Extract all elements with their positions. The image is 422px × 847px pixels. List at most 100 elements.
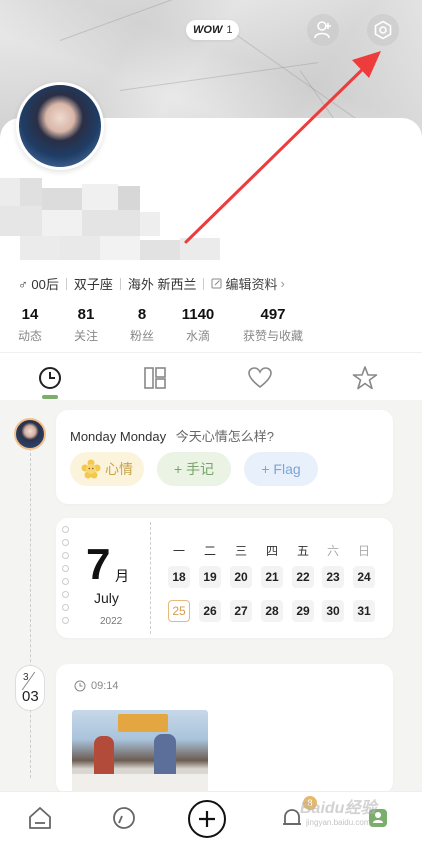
calendar-day[interactable]: 21 [261, 566, 283, 588]
calendar-day[interactable]: 24 [353, 566, 375, 588]
mood-day-title: Monday Monday [70, 429, 167, 444]
plus-icon [199, 811, 215, 827]
tab-timeline[interactable] [37, 365, 63, 391]
heart-icon [248, 367, 272, 389]
calendar-day[interactable]: 18 [168, 566, 190, 588]
calendar-day[interactable]: 19 [199, 566, 221, 588]
timeline-avatar [14, 418, 46, 450]
stat-followers[interactable]: 8 粉丝 [128, 306, 156, 344]
profile-stats: 14 动态 81 关注 8 粉丝 1140 水滴 497 获赞与收藏 [0, 306, 422, 346]
settings-button[interactable] [367, 14, 399, 46]
blurred-name-area [0, 178, 225, 268]
calendar-day[interactable]: 20 [230, 566, 252, 588]
calendar-divider [150, 522, 151, 634]
stat-value: 1140 [181, 306, 215, 323]
stat-water-drops[interactable]: 1140 水滴 [178, 306, 218, 344]
post-date-day: 03 [22, 688, 39, 705]
stat-label: 获赞与收藏 [242, 329, 303, 343]
gender-age-tag: ♂ 00后 [18, 277, 59, 292]
calendar-day-today[interactable]: 25 [168, 600, 190, 622]
watermark-logo: Baidu经验 [300, 800, 377, 817]
stat-value: 8 [137, 306, 147, 323]
flower-emoji-icon [81, 459, 101, 479]
calendar-card: 7 月 July 2022 一 二 三 四 五 六 日 18 19 20 21 … [56, 518, 393, 638]
wow-badge[interactable]: WOW 1 [186, 20, 240, 40]
post-time-text: 09:14 [91, 680, 119, 692]
timeline-line [30, 448, 31, 778]
grid-layout-icon [144, 367, 166, 389]
weekday-label: 一 [172, 544, 185, 558]
profile-tags: ♂ 00后 双子座 海外 新西兰 编辑资料 › [18, 274, 285, 293]
tab-likes[interactable] [247, 365, 273, 391]
create-post-button[interactable] [188, 800, 226, 838]
mood-card-title: Monday Monday 今天心情怎么样? [70, 426, 274, 445]
wow-count: 1 [226, 24, 233, 36]
zodiac-tag: 双子座 [73, 277, 113, 292]
watermark-url: jingyan.baidu.com [306, 818, 371, 827]
add-note-button[interactable]: + 手记 [157, 452, 231, 486]
clock-small-icon [74, 680, 86, 692]
active-tab-indicator [42, 395, 58, 399]
add-flag-label: + Flag [261, 461, 301, 477]
mood-card: Monday Monday 今天心情怎么样? 心情 + 手记 + Flag [56, 410, 393, 504]
stat-posts[interactable]: 14 动态 [16, 306, 44, 344]
stat-value: 14 [21, 306, 39, 323]
binder-holes [62, 526, 69, 630]
calendar-day[interactable]: 22 [292, 566, 314, 588]
edit-icon [211, 278, 222, 289]
tab-favorites[interactable] [352, 365, 378, 391]
tag-divider [65, 277, 67, 290]
chevron-right-icon: › [280, 276, 285, 291]
tab-grid[interactable] [142, 365, 168, 391]
calendar-month-name: July [94, 590, 119, 606]
calendar-month-number: 7 [86, 540, 111, 589]
home-icon [29, 807, 51, 829]
calendar-month-unit: 月 [115, 568, 129, 584]
wow-label: WOW [193, 24, 223, 36]
mood-button[interactable]: 心情 [70, 452, 144, 486]
weekday-label: 四 [265, 544, 278, 558]
calendar-day[interactable]: 23 [322, 566, 344, 588]
settings-hexagon-icon [374, 20, 392, 40]
post-date-marker: 3 03 [15, 665, 45, 711]
calendar-day[interactable]: 26 [199, 600, 221, 622]
add-note-label: + 手记 [173, 461, 215, 477]
stat-following[interactable]: 81 关注 [72, 306, 100, 344]
stat-label: 动态 [17, 329, 42, 343]
calendar-year: 2022 [100, 616, 123, 627]
tag-divider [119, 277, 121, 290]
post-card[interactable]: 09:14 [56, 664, 393, 794]
post-time: 09:14 [74, 680, 119, 692]
calendar-day[interactable]: 28 [261, 600, 283, 622]
location-tag: 海外 新西兰 [127, 277, 197, 292]
nav-home[interactable] [26, 804, 54, 832]
weekday-label: 二 [203, 544, 216, 558]
post-image[interactable] [72, 710, 208, 794]
calendar-day[interactable]: 31 [353, 600, 375, 622]
calendar-date-panel: 7 月 July 2022 [56, 518, 150, 636]
add-friend-button[interactable] [307, 14, 339, 46]
calendar-day[interactable]: 30 [322, 600, 344, 622]
add-user-icon [314, 21, 331, 39]
add-flag-button[interactable]: + Flag [244, 452, 318, 486]
calendar-day[interactable]: 27 [230, 600, 252, 622]
edit-profile-label: 编辑资料 [225, 277, 278, 292]
discover-icon [113, 807, 135, 829]
mood-question: 今天心情怎么样? [175, 429, 274, 444]
calendar-day[interactable]: 29 [292, 600, 314, 622]
tag-divider [203, 277, 205, 290]
stat-label: 关注 [73, 329, 98, 343]
weekday-label: 五 [296, 544, 309, 558]
edit-profile-link[interactable]: 编辑资料 › [211, 274, 285, 293]
avatar[interactable] [16, 82, 104, 170]
stat-label: 粉丝 [129, 329, 154, 343]
stat-likes-collections[interactable]: 497 获赞与收藏 [240, 306, 306, 344]
weekday-label: 三 [234, 544, 247, 558]
stat-value: 497 [260, 306, 286, 323]
clock-icon [39, 367, 61, 389]
weekday-label: 六 [326, 544, 339, 558]
weekday-label: 日 [357, 544, 370, 558]
stat-value: 81 [77, 306, 95, 323]
nav-discover[interactable] [110, 804, 138, 832]
mood-button-label: 心情 [105, 461, 133, 477]
